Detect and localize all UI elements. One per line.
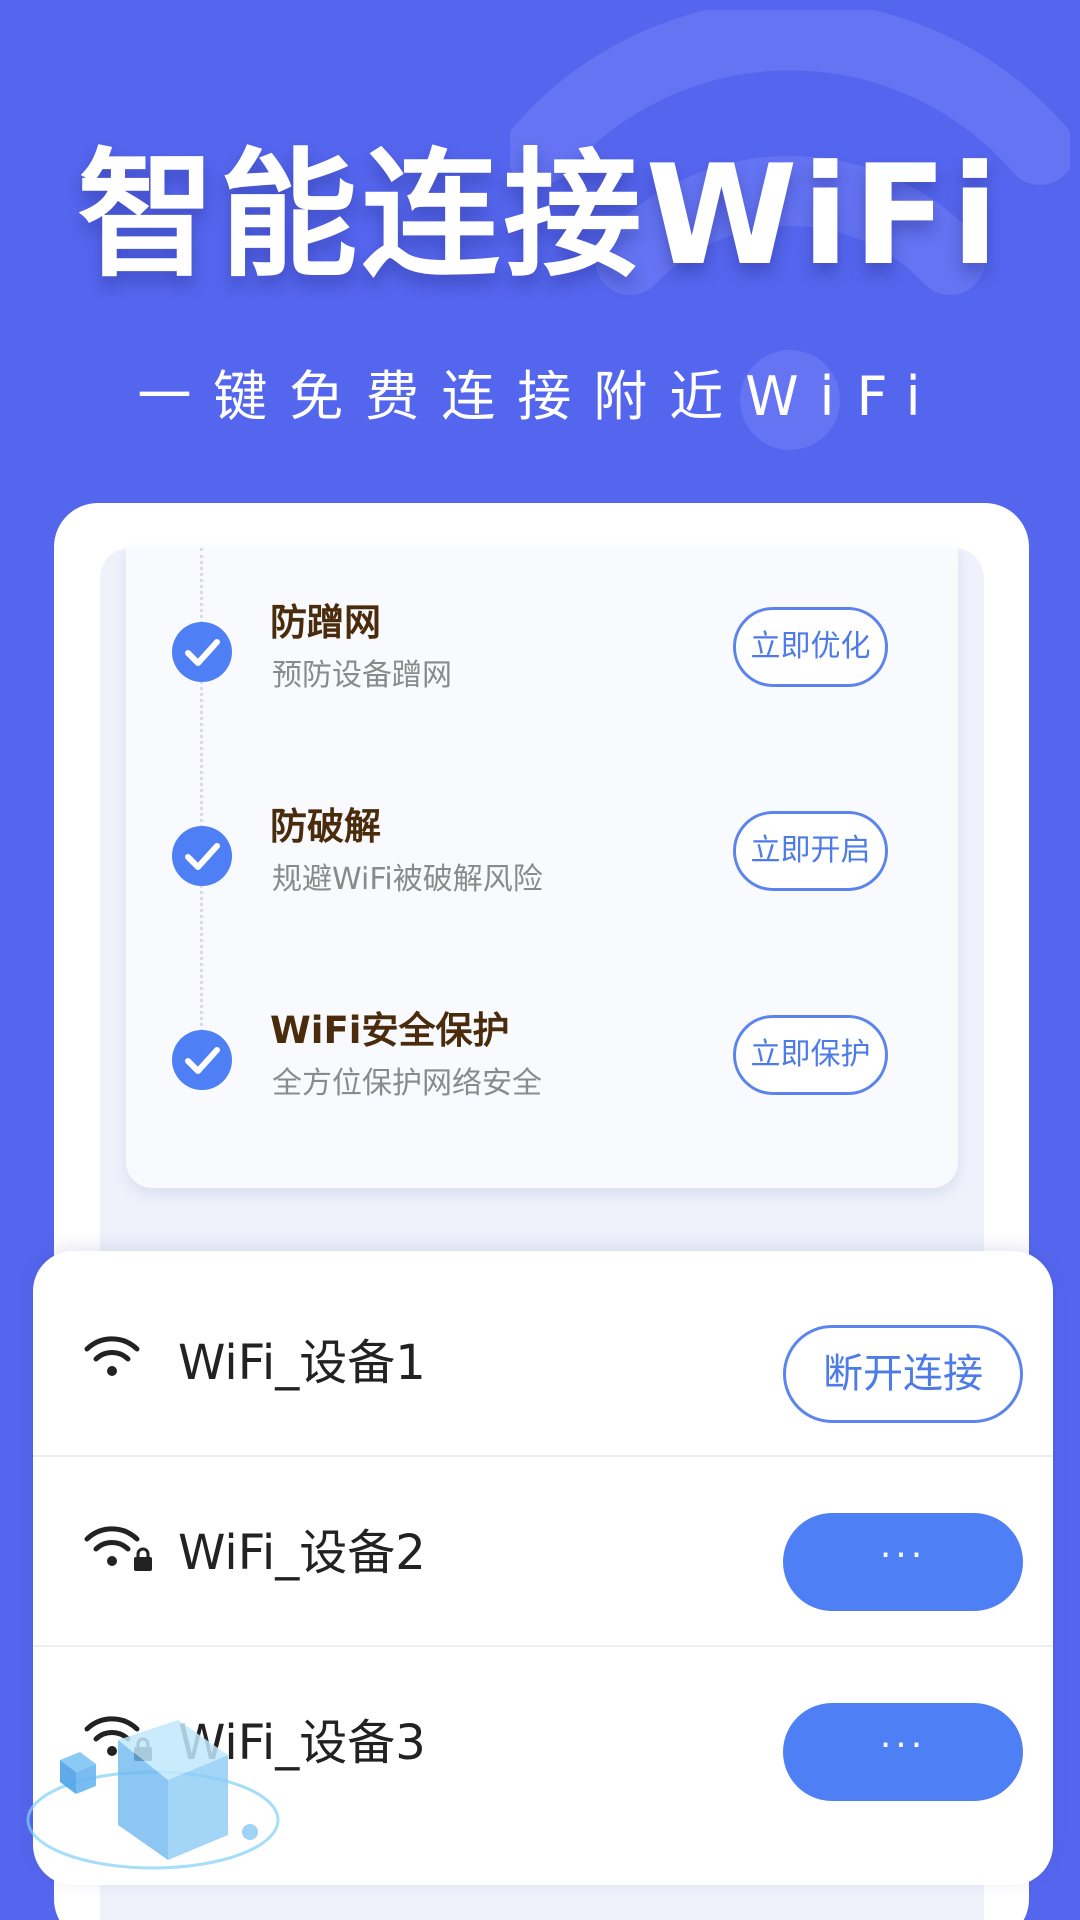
feature-desc: 全方位保护网络安全: [272, 1066, 542, 1101]
feature-title: WiFi安全保护: [270, 1009, 510, 1052]
wifi-icon: [84, 1336, 140, 1376]
wifi-name: WiFi_设备2: [178, 1525, 426, 1581]
lock-icon: [134, 1547, 152, 1571]
enable-now-button[interactable]: 立即开启: [733, 811, 888, 891]
check-circle-icon: [172, 826, 232, 886]
hero-title: 智能连接WiFi: [77, 135, 1003, 296]
check-circle-icon: [172, 1030, 232, 1090]
feature-title: 防破解: [270, 805, 381, 848]
check-circle-icon: [172, 622, 232, 682]
feature-desc: 预防设备蹭网: [272, 658, 452, 693]
wifi-list-item[interactable]: WiFi_设备1 断开连接: [33, 1265, 1053, 1453]
wifi-list-item[interactable]: WiFi_设备2 ···: [33, 1455, 1053, 1643]
cube-decoration-icon: [26, 1720, 280, 1870]
more-button[interactable]: ···: [783, 1513, 1023, 1611]
feature-title: 防蹭网: [270, 601, 381, 644]
feature-desc: 规避WiFi被破解风险: [272, 862, 543, 897]
feature-item-wifi-security: WiFi安全保护 全方位保护网络安全 立即保护: [126, 986, 958, 1136]
feature-item-anti-crack: 防破解 规避WiFi被破解风险 立即开启: [126, 782, 958, 932]
feature-item-anti-leech: 防蹭网 预防设备蹭网 立即优化: [126, 578, 958, 728]
disconnect-button[interactable]: 断开连接: [783, 1325, 1023, 1423]
protect-now-button[interactable]: 立即保护: [733, 1015, 888, 1095]
more-button[interactable]: ···: [783, 1703, 1023, 1801]
hero-subtitle: 一键免费连接附近WiFi: [137, 365, 943, 428]
wifi-name: WiFi_设备1: [178, 1335, 426, 1391]
optimize-now-button[interactable]: 立即优化: [733, 607, 888, 687]
